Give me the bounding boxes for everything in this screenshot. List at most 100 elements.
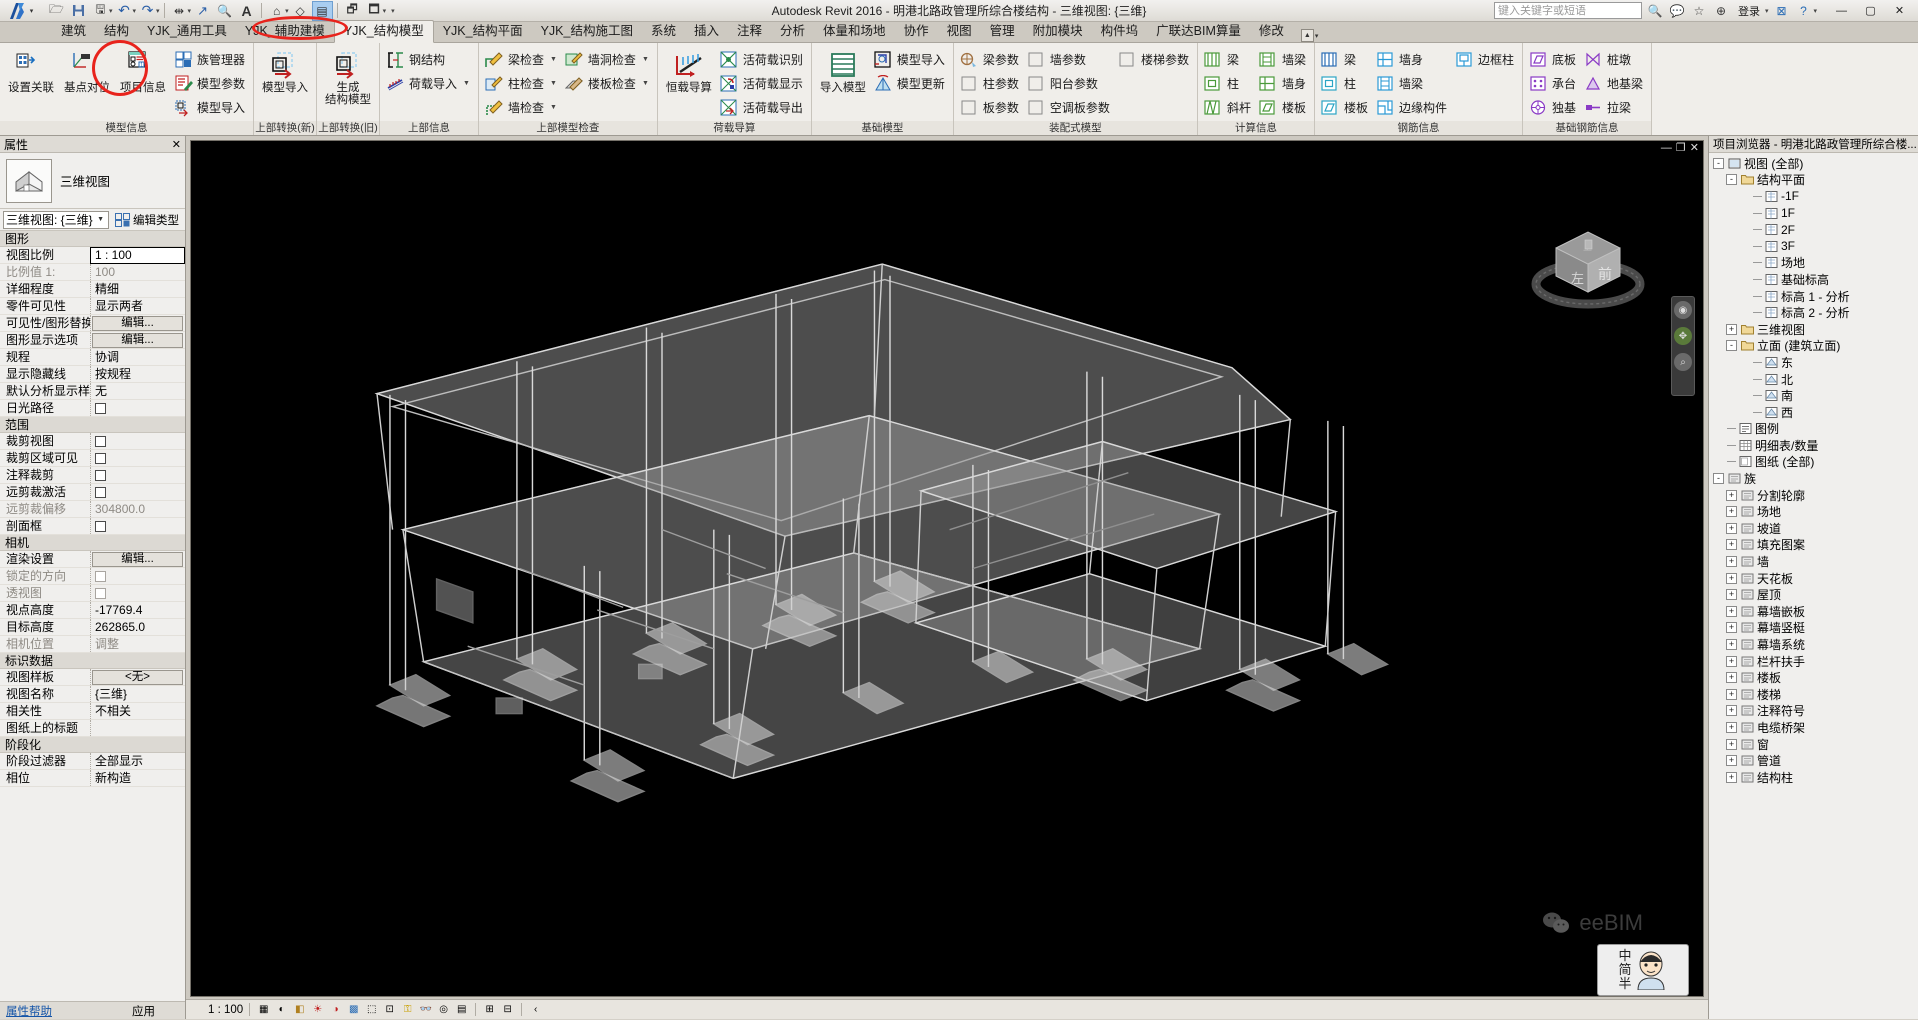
next-icon[interactable]: ‹ [528,1002,543,1017]
tree-node[interactable]: +幕墙系统 [1709,636,1918,653]
lock-3d-view-icon[interactable]: ⚿ [400,1002,415,1017]
tab-13[interactable]: 视图 [938,21,981,42]
ribbon-button-live-load-identify[interactable]: 活荷载识别 [718,48,807,71]
ribbon-button-slab-param[interactable]: 板参数 [958,96,1023,119]
ribbon-button-import-model[interactable]: 导入模型 [816,46,870,96]
tree-toggle-icon[interactable]: + [1726,539,1737,550]
building-model[interactable] [191,141,1703,996]
qat-open-icon[interactable]: 🗁 [46,1,67,21]
tab-8[interactable]: 插入 [685,21,728,42]
tree-node[interactable]: 西 [1709,404,1918,421]
tab-0[interactable]: 建筑 [52,21,95,42]
tree-node[interactable]: 2F [1709,221,1918,238]
tree-node[interactable]: 南 [1709,387,1918,404]
crop-view-icon[interactable]: ⬚ [364,1002,379,1017]
tree-toggle-icon[interactable]: + [1726,589,1737,600]
tree-toggle-icon[interactable]: + [1726,739,1737,750]
qat-redo-icon[interactable]: ↷ [137,1,158,21]
tree-node[interactable]: +填充图案 [1709,537,1918,554]
tree-toggle-icon[interactable]: + [1726,324,1737,335]
ribbon-button-tie-beam[interactable]: 拉梁 [1582,96,1647,119]
ribbon-button-live-load-show[interactable]: 活荷载显示 [718,72,807,95]
chevron-down-icon[interactable]: ▼ [550,80,557,87]
minimize-button[interactable]: — [1827,1,1856,21]
tab-5[interactable]: YJK_结构平面 [434,21,532,42]
tab-6[interactable]: YJK_结构施工图 [532,21,642,42]
tree-node[interactable]: +电缆桥架 [1709,719,1918,736]
ribbon-button-slab-check[interactable]: 楼板检查▼ [563,72,653,95]
tree-toggle-icon[interactable]: + [1726,523,1737,534]
tree-toggle-icon[interactable]: + [1726,622,1737,633]
ribbon-button-load-import[interactable]: 荷载导入▼ [384,72,474,95]
properties-help-link[interactable]: 属性帮助 [6,1003,52,1019]
ribbon-button-beam-check[interactable]: 梁检查▼ [483,48,561,71]
ribbon-button-ac-slab-param[interactable]: 空调板参数 [1025,96,1114,119]
tree-toggle-icon[interactable]: + [1726,490,1737,501]
tab-14[interactable]: 管理 [981,21,1024,42]
ribbon-button-wall-body-blue[interactable]: 墙身 [1374,48,1451,71]
ribbon-button-wall-body-green[interactable]: 墙身 [1257,72,1310,95]
exchange-apps-icon[interactable]: ⊠ [1772,2,1790,20]
chevron-down-icon[interactable]: ▼ [550,56,557,63]
qat-undo-icon[interactable]: ↶ [114,1,135,21]
tree-toggle-icon[interactable]: + [1726,606,1737,617]
chevron-down-icon[interactable]: ▼ [642,80,649,87]
tree-node[interactable]: 3F [1709,238,1918,255]
chevron-down-icon[interactable]: ▼ [550,104,557,111]
property-value[interactable]: 按规程 [90,366,185,382]
tree-node[interactable]: +屋顶 [1709,586,1918,603]
property-value[interactable]: 精细 [90,281,185,297]
view-close-button[interactable]: ✕ [1690,143,1699,153]
property-edit-button[interactable]: 编辑... [92,316,183,331]
tab-12[interactable]: 协作 [895,21,938,42]
chevron-down-icon[interactable]: ▼ [463,80,470,87]
close-button[interactable]: ✕ [1885,1,1914,21]
property-checkbox[interactable] [95,453,106,464]
view-restore-button[interactable]: ❐ [1676,143,1686,153]
ime-indicator[interactable]: 中 简 半 [1597,944,1689,996]
tree-node[interactable]: -族 [1709,470,1918,487]
ribbon-button-project-info[interactable]: 1项目信息 [116,46,170,96]
tree-toggle-icon[interactable]: + [1726,556,1737,567]
property-edit-button[interactable]: <无> [92,670,183,685]
ribbon-button-wall-check[interactable]: 墙检查▼ [483,96,561,119]
tab-3[interactable]: YJK_辅助建模 [236,21,334,42]
property-checkbox[interactable] [95,521,106,532]
tree-node[interactable]: 北 [1709,371,1918,388]
tree-node[interactable]: 场地 [1709,255,1918,272]
tree-toggle-icon[interactable]: - [1713,473,1724,484]
tree-toggle-icon[interactable]: + [1726,506,1737,517]
scale-icon[interactable]: ▦ [256,1002,271,1017]
ribbon-button-stair-param[interactable]: 楼梯参数 [1116,48,1193,71]
ribbon-button-balcony-param[interactable]: 阳台参数 [1025,72,1114,95]
comment-icon[interactable]: 💬 [1668,2,1686,20]
tree-node[interactable]: -结构平面 [1709,172,1918,189]
search-icon[interactable]: 🔍 [1646,2,1664,20]
ribbon-button-steel-structure[interactable]: 钢结构 [384,48,474,71]
tree-node[interactable]: +管道 [1709,752,1918,769]
property-value[interactable]: 不相关 [90,703,185,719]
qat-aligned-dimension-icon[interactable]: ↗ [192,1,213,21]
property-checkbox[interactable] [95,487,106,498]
tree-node[interactable]: +注释符号 [1709,703,1918,720]
tree-node[interactable]: +坡道 [1709,520,1918,537]
property-checkbox[interactable] [95,403,106,414]
maximize-button[interactable]: ▢ [1856,1,1885,21]
ribbon-button-wall-beam-green[interactable]: 墙梁 [1257,48,1310,71]
chevron-down-icon[interactable]: ▼ [642,56,649,63]
qat-measure-dropdown[interactable]: ▾ [188,7,192,15]
property-edit-button[interactable]: 编辑... [92,333,183,348]
tab-7[interactable]: 系统 [642,21,685,42]
steering-wheel-icon[interactable]: ◉ [1674,301,1692,319]
project-browser-tree[interactable]: -视图 (全部)-结构平面-1F1F2F3F场地基础标高标高 1 - 分析标高 … [1709,153,1918,1019]
ribbon-button-model-params[interactable]: 模型参数 [172,72,249,95]
tab-9[interactable]: 注释 [728,21,771,42]
view-cube[interactable]: 左 前 上 [1528,206,1648,326]
tree-node[interactable]: +天花板 [1709,570,1918,587]
ribbon-button-edge-member[interactable]: 边缘构件 [1374,96,1451,119]
tab-1[interactable]: 结构 [95,21,138,42]
ribbon-button-bottom-slab[interactable]: 底板 [1527,48,1580,71]
ribbon-button-beam-blue[interactable]: 梁 [1319,48,1372,71]
revit-logo[interactable]: ▾ [0,0,40,22]
temporary-hide-icon[interactable]: 👓 [418,1002,433,1017]
